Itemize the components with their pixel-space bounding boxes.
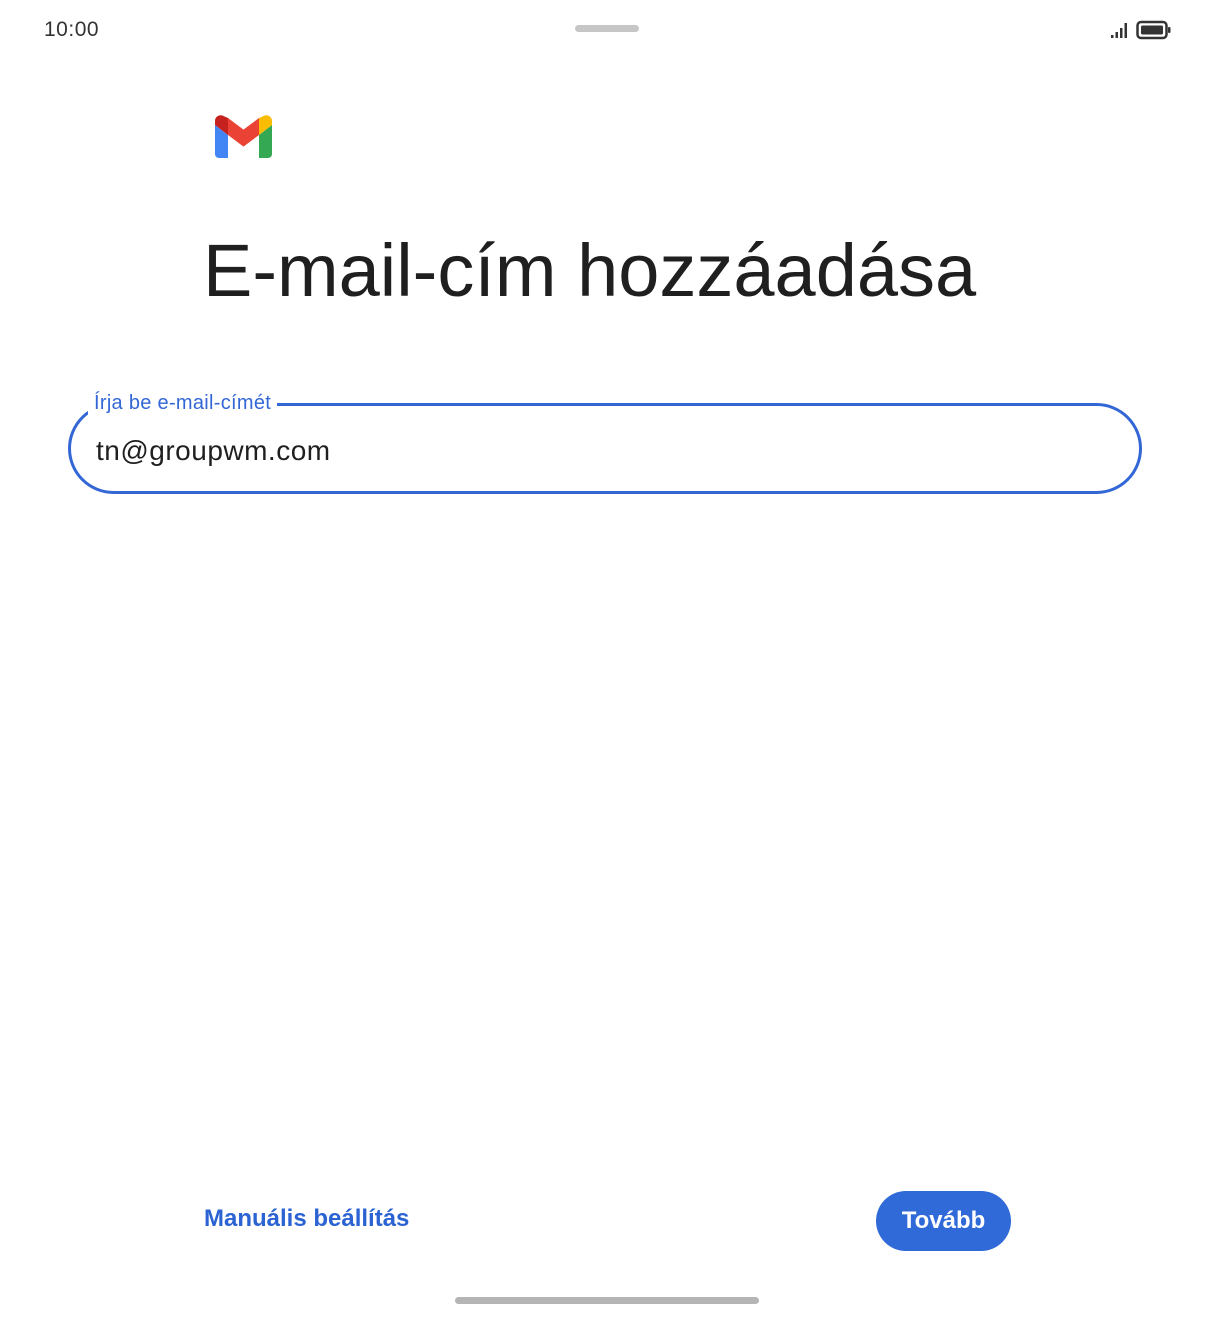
battery-icon — [1136, 20, 1171, 40]
manual-setup-link[interactable]: Manuális beállítás — [204, 1205, 409, 1233]
next-button[interactable]: Tovább — [876, 1191, 1011, 1251]
status-icons — [1110, 20, 1172, 40]
email-input[interactable] — [96, 432, 1096, 470]
signal-icon — [1111, 23, 1127, 38]
gmail-logo-icon — [215, 115, 272, 158]
status-time: 10:00 — [44, 18, 100, 41]
drag-handle[interactable] — [575, 25, 639, 32]
home-indicator[interactable] — [455, 1297, 759, 1304]
email-field-label: Írja be e-mail-címét — [88, 392, 278, 415]
page-title: E-mail-cím hozzáadása — [203, 229, 977, 312]
